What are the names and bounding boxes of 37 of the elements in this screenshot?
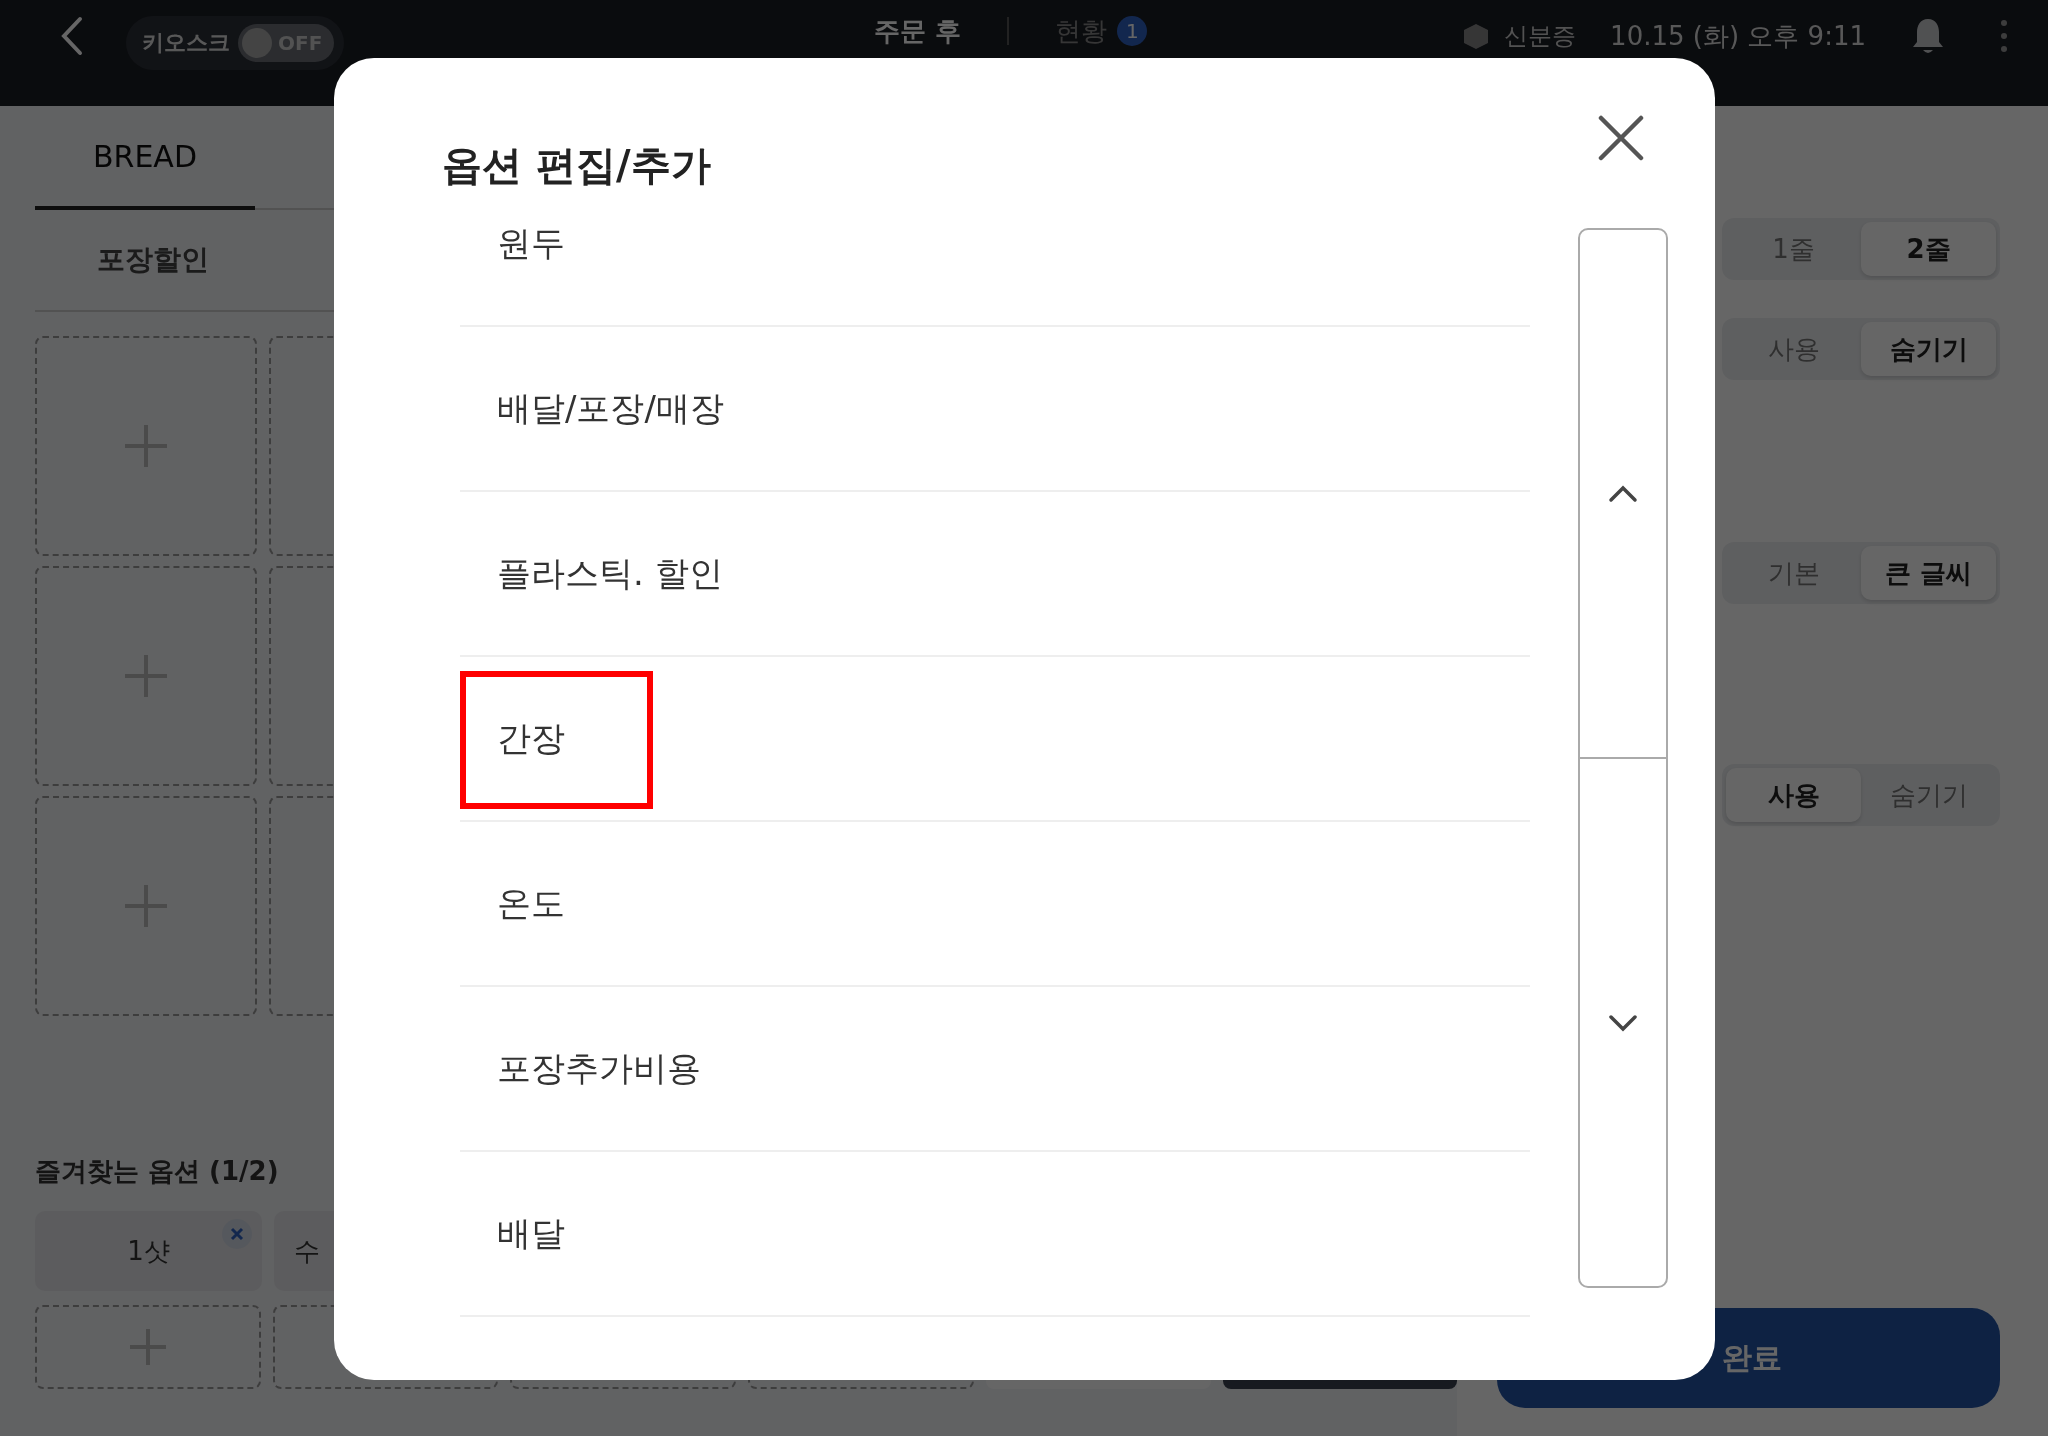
plus-icon [123, 883, 169, 929]
cube-icon [1462, 22, 1491, 50]
option-item[interactable]: 배달/포장/매장 [497, 385, 724, 432]
favorite-chip[interactable]: 1샷 [35, 1211, 262, 1291]
segment-option[interactable]: 숨기기 [1861, 322, 1996, 376]
segment-option[interactable]: 큰 글씨 [1861, 546, 1996, 600]
remove-icon[interactable] [222, 1219, 252, 1249]
option-item[interactable]: 포장추가비용 [497, 1045, 701, 1092]
plus-icon [123, 423, 169, 469]
more-icon[interactable] [2000, 19, 2008, 53]
option-item[interactable]: 간장 [497, 715, 565, 762]
kiosk-label: 키오스크 [142, 29, 230, 57]
datetime: 10.15 (화) 오후 9:11 [1610, 21, 1866, 51]
option-group-label[interactable]: 포장할인 [97, 241, 209, 279]
bell-icon[interactable] [1910, 16, 1946, 56]
count-badge: 1 [1117, 16, 1148, 46]
add-slot[interactable] [35, 1305, 261, 1389]
option-item[interactable]: 플라스틱. 할인 [497, 550, 723, 597]
top-tab[interactable]: 주문 후 [874, 16, 962, 46]
close-icon[interactable] [1598, 115, 1644, 161]
chevron-up-icon [1608, 484, 1638, 503]
category-tab[interactable]: BREAD [35, 106, 255, 210]
add-tile[interactable] [35, 336, 257, 556]
option-item[interactable]: 원두 [497, 220, 565, 267]
segment-option[interactable]: 사용 [1726, 768, 1861, 822]
option-item[interactable]: 온도 [497, 880, 565, 927]
favorites-title: 즐겨찾는 옵션 (1/2) [35, 1155, 280, 1188]
segment-option[interactable]: 2줄 [1861, 222, 1996, 276]
chevron-down-icon [1608, 1013, 1638, 1032]
add-tile[interactable] [35, 566, 257, 786]
option-item[interactable]: 배달 [497, 1210, 565, 1257]
modal-title: 옵션 편집/추가 [442, 141, 711, 190]
add-tile[interactable] [35, 796, 257, 1016]
status-text: 신분증 [1504, 22, 1577, 50]
plus-icon [127, 1327, 168, 1367]
back-icon[interactable] [60, 16, 84, 56]
plus-icon [123, 653, 169, 699]
